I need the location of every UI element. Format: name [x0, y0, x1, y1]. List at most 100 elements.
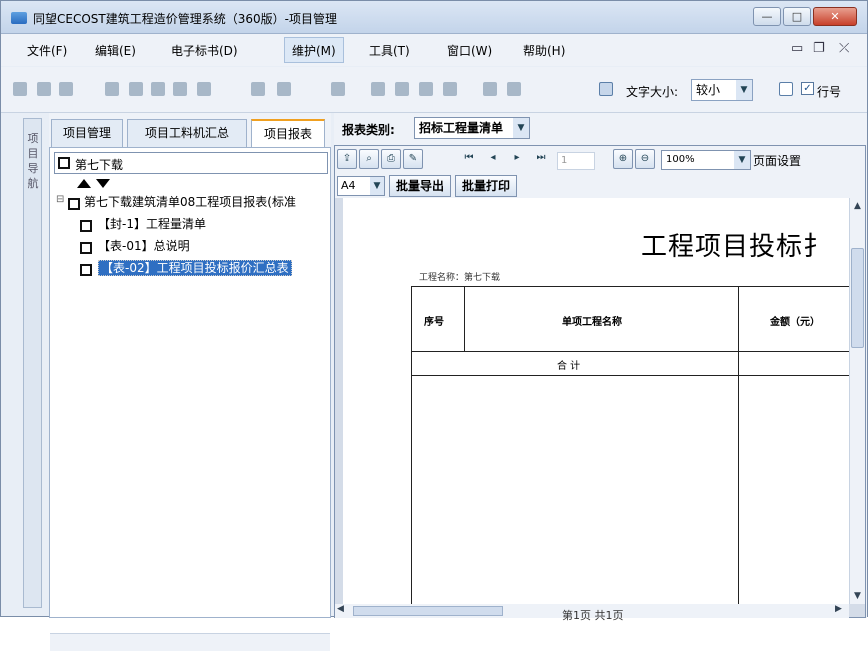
- save-icon[interactable]: [59, 82, 73, 96]
- maximize-button[interactable]: □: [783, 7, 811, 26]
- tree-item-checkbox[interactable]: [80, 242, 92, 254]
- chevron-down-icon[interactable]: ▼: [513, 118, 529, 138]
- page-setup-link[interactable]: 页面设置: [753, 152, 801, 169]
- viewer-toolbar: ⇪ ⌕ ⎙ ✎ ⏮ ◂ ▸ ⏭ 1 ⊕ ⊖ 100% ▼ 页面设置: [335, 146, 865, 174]
- batch-export-button[interactable]: 批量导出: [389, 175, 451, 197]
- tab-project-material-summary[interactable]: 项目工料机汇总: [127, 119, 247, 147]
- select-all-checkbox[interactable]: [58, 157, 70, 169]
- scroll-down-icon[interactable]: ▼: [850, 588, 865, 604]
- last-page-icon[interactable]: ⏭: [531, 149, 551, 169]
- outdent-icon[interactable]: [443, 82, 457, 96]
- next-page-icon[interactable]: ▸: [507, 149, 527, 169]
- grid-icon[interactable]: [277, 82, 291, 96]
- title-bar: 同望CECOST建筑工程造价管理系统（360版）-项目管理 — □ ✕: [1, 1, 867, 34]
- close-button[interactable]: ✕: [813, 7, 857, 26]
- tree-root-checkbox[interactable]: [68, 198, 80, 210]
- tree-search-input[interactable]: 第七下载: [54, 152, 328, 174]
- tree-search-value: 第七下载: [75, 158, 124, 172]
- menu-tools[interactable]: 工具(T): [369, 42, 410, 59]
- page-number-input[interactable]: 1: [557, 152, 595, 170]
- report-viewer: ⇪ ⌕ ⎙ ✎ ⏮ ◂ ▸ ⏭ 1 ⊕ ⊖ 100% ▼ 页面设置 A4 ▼ 批…: [334, 145, 866, 618]
- left-pane: 项目管理 项目工料机汇总 项目报表 第七下载 ⊟ 第七下载建筑清单08工程项目报…: [49, 113, 331, 651]
- xy-icon[interactable]: [251, 82, 265, 96]
- vertical-scrollbar[interactable]: ▲ ▼: [849, 198, 865, 604]
- menu-file[interactable]: 文件(F): [27, 42, 67, 59]
- menu-window[interactable]: 窗口(W): [447, 42, 492, 59]
- batch-print-button[interactable]: 批量打印: [455, 175, 517, 197]
- mdi-close-icon[interactable]: ⤫: [839, 41, 849, 56]
- viewer-row2: A4 ▼ 批量导出 批量打印: [335, 174, 865, 198]
- move-down-icon[interactable]: [96, 179, 110, 188]
- move-up-icon[interactable]: [77, 179, 91, 188]
- preview-icon[interactable]: ⌕: [359, 149, 379, 169]
- zoom-select[interactable]: 100% ▼: [661, 150, 751, 170]
- minimize-button[interactable]: —: [753, 7, 781, 26]
- tree-item-bid-summary[interactable]: 【表-02】工程项目投标报价汇总表: [98, 260, 292, 276]
- sheet-icon[interactable]: [483, 82, 497, 96]
- mdi-minimize-icon[interactable]: ▭: [791, 41, 803, 56]
- export-icon[interactable]: ⇪: [337, 149, 357, 169]
- cut-icon[interactable]: [151, 82, 165, 96]
- new-icon[interactable]: [13, 82, 27, 96]
- page-icon[interactable]: [779, 82, 793, 96]
- report-table: 序号 单项工程名称 金额（元） 合 计: [411, 286, 849, 604]
- project-name: 工程名称：第七下载: [419, 273, 501, 283]
- horizontal-scrollbar[interactable]: [50, 633, 330, 651]
- table-divider: [412, 375, 849, 376]
- zoom-in-icon[interactable]: ⊕: [613, 149, 633, 169]
- scroll-up-icon[interactable]: ▲: [850, 198, 865, 214]
- chevron-down-icon[interactable]: ▼: [370, 177, 384, 195]
- toolbar: 文字大小: 较小 ▼ ✓ 行号: [1, 67, 867, 113]
- report-page: 工程项目投标扌 工程名称：第七下载 序号 单项工程名称 金额（元） 合 计: [335, 198, 849, 604]
- tree-item-summary[interactable]: 【表-01】总说明: [98, 236, 190, 256]
- flag-icon[interactable]: [105, 82, 119, 96]
- menu-bar: 文件(F) 编辑(E) 电子标书(D) 维护(M) 工具(T) 窗口(W) 帮助…: [1, 34, 867, 66]
- arrow-down-icon[interactable]: [395, 82, 409, 96]
- zoom-out-icon[interactable]: ⊖: [635, 149, 655, 169]
- tree-item-checkbox[interactable]: [80, 264, 92, 276]
- tree-item-cover[interactable]: 【封-1】工程量清单: [98, 214, 206, 234]
- menu-edit[interactable]: 编辑(E): [95, 42, 136, 59]
- print-icon[interactable]: ⎙: [381, 149, 401, 169]
- settings-icon[interactable]: ✎: [403, 149, 423, 169]
- menu-e-bid[interactable]: 电子标书(D): [171, 42, 238, 59]
- arrow-up-icon[interactable]: [371, 82, 385, 96]
- font-icon[interactable]: [599, 82, 613, 96]
- paper-size-select[interactable]: A4 ▼: [337, 176, 385, 196]
- font-size-select[interactable]: 较小 ▼: [691, 79, 753, 101]
- tab-project-management[interactable]: 项目管理: [51, 119, 123, 147]
- undo-icon[interactable]: [129, 82, 143, 96]
- scroll-right-icon[interactable]: ▶: [835, 604, 842, 614]
- tree-root-label[interactable]: 第七下载建筑清单08工程项目报表(标准: [84, 192, 328, 212]
- line-number-checkbox[interactable]: ✓: [801, 82, 814, 95]
- report-type-select[interactable]: 招标工程量清单 ▼: [414, 117, 530, 139]
- indent-icon[interactable]: [419, 82, 433, 96]
- tree-item-checkbox[interactable]: [80, 220, 92, 232]
- menu-maintain[interactable]: 维护(M): [292, 42, 336, 59]
- scroll-thumb[interactable]: [851, 248, 864, 348]
- scroll-left-icon[interactable]: ◀: [337, 604, 344, 614]
- right-pane: 报表类别: 招标工程量清单 ▼ ⇪ ⌕ ⎙ ✎ ⏮ ◂ ▸ ⏭ 1 ⊕ ⊖ 10…: [334, 113, 867, 622]
- chevron-down-icon[interactable]: ▼: [736, 80, 752, 100]
- prev-page-icon[interactable]: ◂: [483, 149, 503, 169]
- first-page-icon[interactable]: ⏮: [459, 149, 479, 169]
- tab-project-report[interactable]: 项目报表: [251, 119, 325, 148]
- mdi-restore-icon[interactable]: ❐: [813, 41, 825, 56]
- col-seq-header: 序号: [424, 317, 444, 328]
- tree-item-selected[interactable]: 【表-02】工程项目投标报价汇总表: [98, 258, 292, 278]
- chevron-down-icon[interactable]: ▼: [734, 151, 750, 169]
- open-icon[interactable]: [37, 82, 51, 96]
- menu-help[interactable]: 帮助(H): [523, 42, 565, 59]
- zoom-value: 100%: [666, 154, 695, 165]
- project-nav-side-tab[interactable]: 项目导航: [23, 118, 42, 608]
- table-divider: [738, 287, 739, 604]
- table-divider: [412, 351, 849, 352]
- font-size-label: 文字大小:: [626, 85, 679, 99]
- redo-icon[interactable]: [331, 82, 345, 96]
- paste-icon[interactable]: [197, 82, 211, 96]
- app-icon: [11, 12, 27, 24]
- scroll-thumb[interactable]: [353, 606, 503, 616]
- collapse-icon[interactable]: ⊟: [56, 194, 64, 205]
- copy-icon[interactable]: [173, 82, 187, 96]
- sheet2-icon[interactable]: [507, 82, 521, 96]
